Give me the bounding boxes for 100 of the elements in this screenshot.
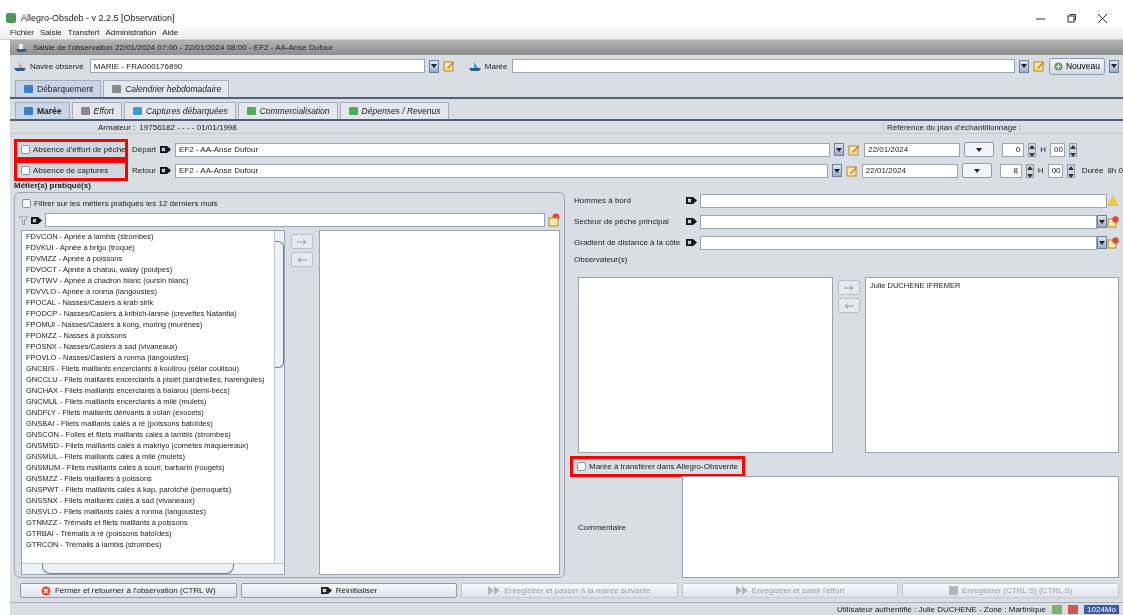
action-button[interactable]: Réinitialiser — [240, 583, 458, 598]
tab[interactable]: Débarquement — [15, 80, 102, 97]
location-combo[interactable]: EF2 - AA-Anse Dufour — [175, 142, 831, 157]
menu-item[interactable]: Saisie — [40, 28, 62, 37]
tab-icon — [111, 84, 123, 94]
menu-item[interactable]: Fichier — [10, 28, 34, 37]
text-field[interactable] — [700, 193, 1107, 208]
combo-field[interactable] — [700, 235, 1097, 250]
tab[interactable]: Marée — [15, 102, 70, 119]
field-label: Observateur(s) — [574, 254, 629, 266]
minute-field[interactable]: 00 — [1050, 142, 1065, 157]
field-label: Navire observé — [30, 61, 84, 71]
caret-icon — [1020, 64, 1027, 68]
restore-icon[interactable] — [1067, 13, 1076, 23]
tab[interactable]: Calendrier hebdomadaire — [103, 80, 230, 97]
hour-field[interactable]: 8 — [999, 163, 1022, 178]
menu-item[interactable]: Aide — [162, 28, 179, 37]
field-label: Hommes à bord — [574, 196, 632, 205]
caret-icon — [1111, 64, 1117, 68]
arrow-left-icon — [297, 256, 307, 263]
field-label: Retour — [132, 166, 156, 175]
tab-icon — [23, 84, 34, 94]
tab[interactable]: Captures débarquées — [123, 102, 236, 119]
hour-field[interactable]: 0 — [1002, 142, 1025, 157]
field-label: Gradient de distance à la côte — [574, 238, 682, 247]
tab-icon — [79, 106, 91, 116]
owner-value: 19756182 - - - - 01/01/1998 — [139, 122, 237, 132]
filter-field[interactable] — [45, 213, 545, 227]
checkbox[interactable]: Marée à transférer dans Allegro-Obsvente — [574, 460, 741, 473]
date-picker-button[interactable] — [964, 142, 995, 157]
spinner-buttons[interactable] — [1069, 142, 1077, 157]
caret-icon — [430, 64, 437, 68]
close-icon[interactable] — [1098, 13, 1107, 23]
plus-icon — [1053, 61, 1063, 71]
tab-icon — [347, 106, 359, 116]
duration-label: Durée — [1081, 166, 1104, 175]
metier-list[interactable] — [21, 230, 285, 575]
tab-icon — [131, 106, 143, 116]
field-label: Commentaire — [577, 522, 627, 532]
spinner-buttons[interactable] — [1028, 142, 1037, 157]
dropdown-button[interactable] — [428, 59, 439, 73]
clear-icon[interactable] — [160, 166, 171, 175]
hour-label: H — [1037, 166, 1044, 175]
window-title: Allegro-Obsdeb - v 2.2.5 [Observation] — [21, 13, 175, 23]
caret-icon — [1099, 219, 1105, 224]
checkbox[interactable]: Absence d'effort de pêche — [18, 143, 124, 156]
combo-field[interactable] — [700, 214, 1097, 229]
tab[interactable]: Dépenses / Revenus — [339, 102, 449, 119]
arrow-right-icon — [844, 284, 854, 291]
dropdown-button[interactable] — [1097, 236, 1107, 249]
spinner-buttons[interactable] — [1025, 163, 1034, 178]
dropdown-button[interactable] — [1109, 59, 1119, 73]
arrow-left-icon — [844, 302, 854, 309]
dropdown-button[interactable] — [834, 143, 845, 156]
tab[interactable]: Effort — [71, 102, 122, 119]
menu-item[interactable]: Transfert — [67, 28, 100, 37]
clear-icon[interactable] — [31, 215, 42, 225]
caret-icon — [836, 147, 843, 152]
location-combo[interactable]: EF2 - AA-Anse Dufour — [175, 163, 828, 178]
boat-icon — [468, 61, 481, 71]
field-label: Départ — [132, 145, 156, 154]
date-field[interactable]: 22/01/2024 — [861, 163, 958, 178]
owner-label: Armateur : — [98, 122, 136, 132]
tab[interactable]: Commercialisation — [237, 102, 338, 119]
date-field[interactable]: 22/01/2024 — [864, 142, 961, 157]
fast-forward-icon — [488, 586, 501, 595]
checkbox[interactable]: Absence de captures — [18, 164, 124, 177]
save-icon — [948, 586, 958, 595]
field-label: Secteur de pêche principal — [574, 217, 670, 226]
clear-icon[interactable] — [686, 238, 697, 247]
vessel-combo[interactable]: MARIE - FRA000176890 — [89, 59, 425, 73]
comment-field[interactable] — [682, 476, 1119, 578]
error-edit-icon — [548, 213, 560, 227]
dropdown-button[interactable] — [1097, 215, 1107, 228]
new-button[interactable]: Nouveau — [1048, 57, 1105, 75]
tab-icon — [245, 106, 257, 116]
dropdown-button[interactable] — [1018, 59, 1029, 73]
spinner-buttons[interactable] — [1066, 163, 1075, 178]
clear-icon[interactable] — [686, 196, 697, 205]
arrow-right-icon — [297, 238, 307, 245]
caret-icon — [1099, 240, 1105, 245]
fast-forward-icon — [735, 586, 748, 595]
frame-title: Saisie de l'observation 22/01/2024 07:00 - 22/01/2024 08:00 - EF2 - AA-Anse Dufour — [33, 43, 333, 52]
tab-icon — [23, 106, 34, 116]
checkbox[interactable]: Filtrer sur les métiers pratiqués les 12 derniers mois — [19, 197, 560, 210]
clear-icon[interactable] — [160, 145, 171, 154]
close-icon — [40, 585, 51, 596]
boat-icon — [14, 61, 26, 71]
field-label: Marée — [484, 61, 508, 71]
action-button[interactable]: Fermer et retourner à l'observation (CTRL W) — [20, 583, 237, 598]
caret-icon — [833, 168, 840, 173]
filter-icon — [19, 215, 28, 225]
minute-field[interactable]: 00 — [1047, 163, 1063, 178]
dropdown-button[interactable] — [831, 164, 842, 177]
vertical-scrollbar[interactable] — [274, 231, 284, 563]
menu-item[interactable]: Administration — [105, 28, 157, 37]
horizontal-scrollbar[interactable] — [22, 563, 284, 574]
date-picker-button[interactable] — [961, 163, 992, 178]
app-icon — [6, 13, 16, 23]
clear-icon[interactable] — [686, 217, 697, 226]
